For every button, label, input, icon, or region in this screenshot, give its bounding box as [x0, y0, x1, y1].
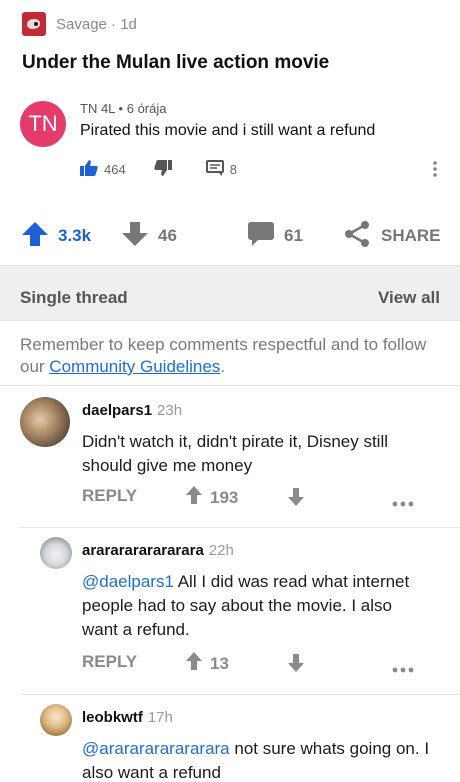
- comment-score: 193: [210, 487, 239, 507]
- subreddit-name[interactable]: Savage: [56, 16, 107, 33]
- screenshot-avatar: TN: [20, 101, 66, 147]
- screenshot-reply-count: 8: [229, 162, 237, 177]
- reply-icon: [205, 160, 230, 179]
- downvote-arrow-icon: [122, 221, 158, 251]
- thumbs-up-icon: [80, 160, 104, 179]
- upvote-count: 3.3k: [58, 226, 92, 245]
- screenshot-replies: 8: [205, 160, 237, 179]
- comment: leobkwtf 17h @arararararararara not sure …: [0, 695, 460, 782]
- comment-bubble-icon: [248, 221, 284, 251]
- comment-upvote-button[interactable]: 13: [186, 652, 229, 675]
- screenshot-actions: 464 8: [80, 160, 265, 179]
- share-icon: [343, 220, 381, 252]
- screenshot-dislike: [153, 160, 178, 179]
- downvote-count: 46: [158, 226, 177, 245]
- comment-author[interactable]: leobkwtf: [82, 709, 143, 726]
- user-mention-link[interactable]: @arararararararara: [82, 739, 230, 758]
- share-button[interactable]: SHARE: [343, 216, 441, 256]
- comment-header: daelpars1 23h: [82, 402, 182, 419]
- comment-vote: 193: [186, 486, 238, 509]
- upvote-arrow-icon: [186, 486, 210, 509]
- comment-body: @arararararararara not sure whats going …: [82, 737, 432, 782]
- comment-age: 17h: [147, 709, 173, 726]
- avatar[interactable]: [20, 397, 70, 447]
- post-title[interactable]: Under the Mulan live action movie: [22, 52, 329, 74]
- screenshot-more-icon: [432, 160, 438, 183]
- comment-header: arararararararara 22h: [82, 542, 234, 559]
- screenshot-like-count: 464: [104, 162, 126, 177]
- comment-actions: REPLY: [82, 652, 137, 672]
- screenshot-text: Pirated this movie and i still want a re…: [80, 122, 376, 139]
- more-options-icon[interactable]: [392, 494, 414, 512]
- downvote-button[interactable]: 46: [122, 216, 177, 256]
- comment-vote: 13: [186, 652, 229, 675]
- meta-separator: ·: [111, 15, 117, 33]
- downvote-arrow-icon[interactable]: [288, 654, 304, 677]
- comment-count: 61: [284, 226, 303, 245]
- upvote-arrow-icon: [186, 652, 210, 675]
- comment-age: 23h: [157, 402, 183, 419]
- screenshot-like: 464: [80, 160, 126, 179]
- screenshot-author: TN 4L: [80, 101, 115, 116]
- subreddit-icon[interactable]: [22, 12, 46, 36]
- comment: arararararararara 22h @daelpars1 All I di…: [0, 528, 460, 694]
- comment-upvote-button[interactable]: 193: [186, 486, 238, 509]
- thumbs-down-icon: [153, 160, 178, 179]
- post-header: Savage · 1d: [22, 12, 137, 36]
- downvote-arrow-icon[interactable]: [288, 488, 304, 511]
- comment-body: Didn't watch it, didn't pirate it, Disne…: [82, 430, 432, 478]
- community-guidelines-link[interactable]: Community Guidelines: [49, 357, 220, 376]
- comment-score: 13: [210, 653, 229, 673]
- avatar[interactable]: [40, 537, 72, 569]
- upvote-arrow-icon: [22, 221, 58, 251]
- post-meta: Savage · 1d: [56, 16, 137, 33]
- reply-button[interactable]: REPLY: [82, 486, 137, 506]
- comment-author[interactable]: arararararararara: [82, 542, 204, 559]
- reply-button[interactable]: REPLY: [82, 652, 137, 672]
- comment-header: leobkwtf 17h: [82, 709, 173, 726]
- thread-bar: Single thread View all: [0, 265, 460, 321]
- guidelines-period: .: [220, 357, 226, 376]
- share-label: SHARE: [381, 226, 441, 245]
- comment-text: Didn't watch it, didn't pirate it, Disne…: [82, 432, 388, 475]
- comment-actions: REPLY: [82, 486, 137, 506]
- guidelines-notice: Remember to keep comments respectful and…: [20, 334, 440, 378]
- post-age: 1d: [120, 15, 137, 33]
- screenshot-time: 6 órája: [126, 101, 167, 116]
- comment-author[interactable]: daelpars1: [82, 402, 152, 419]
- post-action-bar: 3.3k 46 61 SHARE: [0, 216, 460, 256]
- comment-body: @daelpars1 All I did was read what inter…: [82, 570, 432, 642]
- single-thread-label: Single thread: [20, 288, 128, 307]
- screenshot-meta-separator: •: [118, 101, 124, 116]
- more-options-icon[interactable]: [392, 660, 414, 678]
- view-all-button[interactable]: View all: [378, 288, 440, 308]
- upvote-button[interactable]: 3.3k: [22, 216, 91, 256]
- comment-age: 22h: [208, 542, 234, 559]
- comments-button[interactable]: 61: [248, 216, 303, 256]
- avatar[interactable]: [40, 704, 72, 736]
- user-mention-link[interactable]: @daelpars1: [82, 572, 174, 591]
- comment: daelpars1 23h Didn't watch it, didn't pir…: [0, 386, 460, 526]
- screenshot-meta: TN 4L • 6 órája: [80, 101, 166, 116]
